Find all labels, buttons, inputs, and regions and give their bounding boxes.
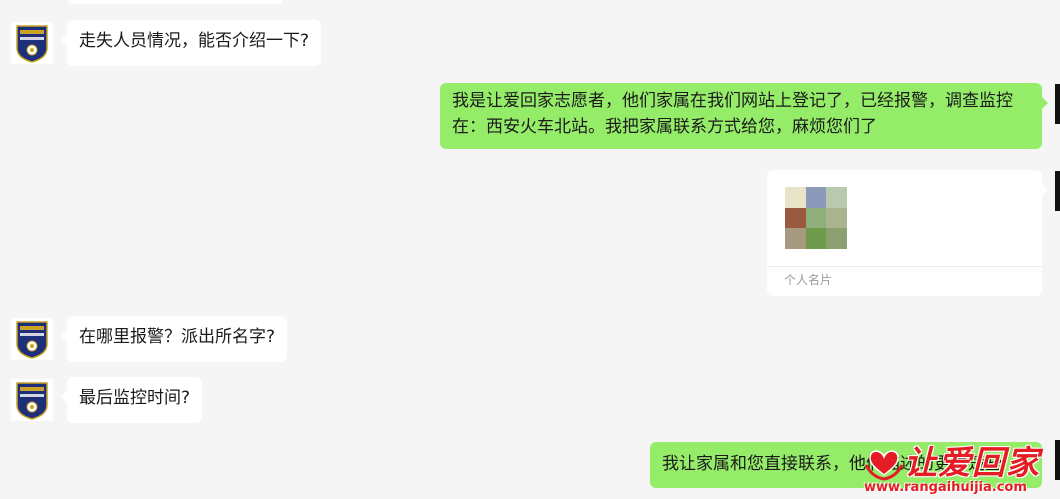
heart-hands-icon xyxy=(864,450,904,481)
sender-avatar[interactable] xyxy=(11,379,53,421)
message-text: 最后监控时间? xyxy=(79,388,191,408)
site-watermark: 让爱回家 www.rangaihuijia.com xyxy=(864,443,1060,499)
message-text: 在哪里报警？派出所名字? xyxy=(79,327,276,347)
police-badge-icon xyxy=(16,382,48,420)
police-badge-icon xyxy=(16,25,48,63)
police-badge-icon xyxy=(16,321,48,359)
watermark-title: 让爱回家 xyxy=(904,443,1040,482)
message-bubble-incoming[interactable]: 在哪里报警？派出所名字? xyxy=(60,316,288,362)
message-text: 我是让爱回家志愿者，他们家属在我们网站上登记了，已经报警，调查监控在：西安火车北… xyxy=(452,91,1013,137)
message-bubble-incoming[interactable]: 最后监控时间? xyxy=(60,377,203,423)
message-text: 走失人员情况，能否介绍一下? xyxy=(79,31,310,51)
watermark-url: www.rangaihuijia.com xyxy=(864,480,1027,495)
mosaic-avatar-icon xyxy=(785,187,847,249)
self-avatar-edge xyxy=(1055,171,1060,211)
message-bubble-incoming[interactable]: 走失人员情况，能否介绍一下? xyxy=(60,20,322,66)
contact-card[interactable]: 个人名片 xyxy=(767,170,1048,296)
contact-card-label: 个人名片 xyxy=(784,273,833,287)
sender-avatar[interactable] xyxy=(11,318,53,360)
self-avatar-edge xyxy=(1055,84,1060,124)
card-divider xyxy=(767,266,1042,267)
previous-message-bubble xyxy=(68,0,282,4)
sender-avatar[interactable] xyxy=(11,22,53,64)
message-bubble-outgoing[interactable]: 我是让爱回家志愿者，他们家属在我们网站上登记了，已经报警，调查监控在：西安火车北… xyxy=(440,83,1048,149)
